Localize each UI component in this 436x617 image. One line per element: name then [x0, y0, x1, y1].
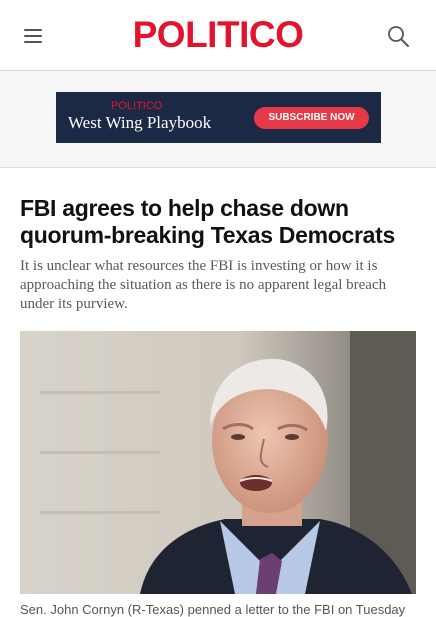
photo-caption: Sen. John Cornyn (R-Texas) penned a lett…: [20, 602, 406, 617]
article-headline[interactable]: FBI agrees to help chase down quorum-bre…: [20, 195, 420, 249]
west-wing-playbook-ad-banner[interactable]: POLITICO West Wing Playbook SUBSCRIBE NO…: [56, 92, 381, 143]
search-icon[interactable]: [386, 24, 410, 48]
ad-zone: POLITICO West Wing Playbook SUBSCRIBE NO…: [0, 71, 436, 168]
subscribe-now-button[interactable]: SUBSCRIBE NOW: [254, 107, 369, 129]
article-lead-photo[interactable]: [20, 331, 416, 594]
photo-illustration: [20, 331, 416, 594]
article-dek: It is unclear what resources the FBI is …: [20, 258, 387, 312]
top-navigation-bar: POLITICO: [0, 0, 436, 71]
ad-brand-label: POLITICO: [111, 100, 163, 112]
ad-title: West Wing Playbook: [68, 113, 212, 132]
politico-logo[interactable]: POLITICO: [0, 14, 436, 56]
